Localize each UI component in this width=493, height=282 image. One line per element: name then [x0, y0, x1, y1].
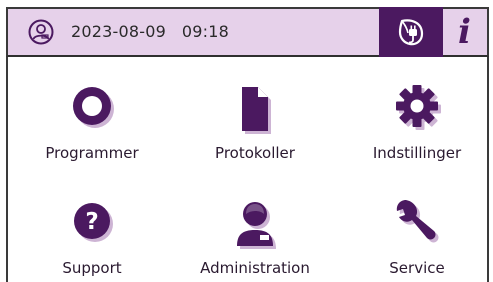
tile-protokoller[interactable]: Protokoller	[180, 71, 330, 179]
date-time: 2023-08-09 09:18	[71, 22, 229, 41]
tile-label: Protokoller	[215, 144, 295, 162]
wrench-icon	[389, 196, 445, 250]
administrator-icon	[227, 196, 283, 250]
eco-plug-leaf-icon	[398, 19, 424, 46]
document-icon	[227, 81, 283, 135]
gear-icon	[389, 81, 445, 135]
tile-label: Programmer	[45, 144, 139, 162]
question-icon: ?	[64, 196, 120, 250]
frame-border-left	[6, 57, 8, 282]
eco-mode-button[interactable]	[379, 7, 443, 57]
tile-programmer[interactable]: Programmer	[17, 71, 167, 179]
tile-indstillinger[interactable]: Indstillinger	[342, 71, 492, 179]
tile-label: Service	[389, 259, 445, 277]
svg-text:?: ?	[85, 209, 98, 235]
tile-administration[interactable]: Administration	[180, 186, 330, 282]
tile-label: Administration	[200, 259, 310, 277]
ring-icon	[64, 81, 120, 135]
tile-service[interactable]: Service	[342, 186, 492, 282]
info-icon: i	[458, 12, 471, 52]
tile-label: Support	[62, 259, 122, 277]
screen: 2023-08-09 09:18 i Programmer Protokolle…	[0, 0, 493, 282]
status-bar: 2023-08-09 09:18 i	[6, 7, 489, 57]
user-badge-icon[interactable]	[28, 19, 54, 45]
tile-support[interactable]: ? Support	[17, 186, 167, 282]
info-button[interactable]: i	[449, 12, 483, 52]
tile-label: Indstillinger	[372, 144, 462, 162]
